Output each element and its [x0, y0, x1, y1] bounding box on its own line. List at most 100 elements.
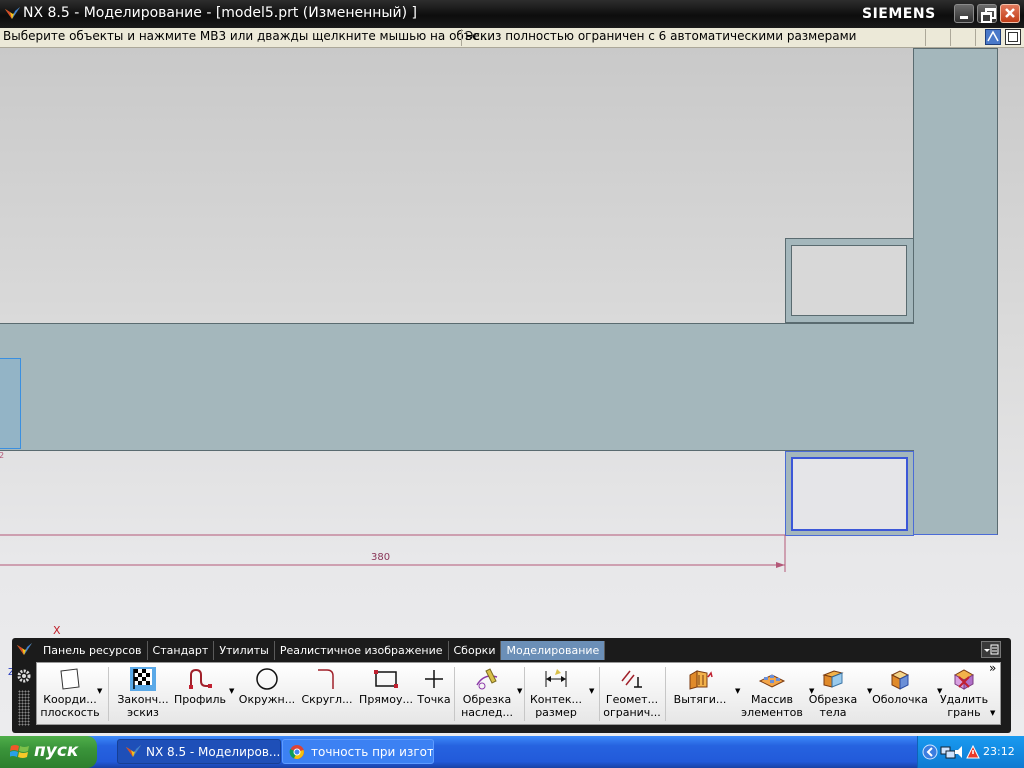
nx-app-icon[interactable]: [4, 6, 21, 22]
extrude-label: Вытяги...: [673, 693, 727, 706]
x-axis-label: X: [53, 624, 61, 637]
menu-icon: [984, 644, 999, 655]
left-highlighted-face[interactable]: [0, 358, 21, 449]
dimension-380[interactable]: [0, 530, 800, 580]
shell-icon: [890, 670, 910, 690]
trim-recipe-button[interactable]: Обрезка наслед... ▼: [455, 665, 522, 723]
toolbar-grip[interactable]: [18, 690, 30, 726]
trim-body-icon: [822, 670, 844, 688]
status-line: Эскиз полностью ограничен с 6 автоматиче…: [465, 29, 857, 43]
delete-face-icon: [953, 669, 975, 690]
toolbar-tabs: Панель ресурсов Стандарт Утилиты Реалист…: [38, 641, 606, 660]
vertical-plate[interactable]: [913, 48, 998, 535]
point-button[interactable]: Точка: [411, 665, 457, 723]
siemens-logo: SIEMENS: [862, 6, 936, 22]
point-label: Точка: [417, 693, 451, 706]
graphics-window[interactable]: 380 X Z 2: [0, 48, 1024, 736]
datum-plane-button[interactable]: Коорди... плоскость ▼: [35, 665, 105, 723]
inferred-dimension-button[interactable]: Контек... размер ▼: [525, 665, 594, 723]
rectangle-label: Прямоу...: [359, 693, 413, 706]
taskbar-item-label: NX 8.5 - Моделиров...: [146, 745, 281, 759]
geometric-constraint-label: Геомет... огранич...: [603, 693, 661, 719]
restore-icon-front: [981, 12, 992, 23]
dropdown-arrow-icon[interactable]: ▼: [97, 687, 102, 695]
tab-assemblies[interactable]: Сборки: [449, 641, 502, 660]
finish-sketch-button[interactable]: Законч... эскиз: [109, 665, 177, 723]
nx-toolbar-logo-icon: [17, 643, 32, 655]
window-title: NX 8.5 - Моделирование - [model5.prt (Из…: [23, 5, 417, 21]
profile-icon: [189, 668, 212, 689]
delete-face-label: Удалить грань: [939, 693, 989, 719]
finish-sketch-icon: [130, 667, 156, 691]
extrude-button[interactable]: Вытяги... ▼: [667, 665, 740, 723]
minimize-icon: [960, 16, 968, 19]
tab-standard[interactable]: Стандарт: [148, 641, 215, 660]
trim-recipe-label: Обрезка наслед...: [461, 693, 513, 719]
dropdown-arrow-icon[interactable]: ▼: [589, 687, 594, 695]
fillet-label: Скругл...: [301, 693, 353, 706]
full-screen-icon[interactable]: [1005, 29, 1021, 45]
taskbar-item-chrome[interactable]: точность при изгот...: [282, 739, 434, 764]
toolbar-options-button[interactable]: [981, 641, 1001, 658]
profile-label: Профиль: [173, 693, 227, 706]
finish-sketch-label: Законч... эскиз: [117, 693, 169, 719]
tab-true-shading[interactable]: Реалистичное изображение: [275, 641, 449, 660]
gear-icon[interactable]: [16, 668, 32, 684]
cue-line: Выберите объекты и нажмите MB3 или дважд…: [3, 29, 492, 43]
chrome-icon: [289, 745, 304, 759]
title-bar: NX 8.5 - Моделирование - [model5.prt (Из…: [0, 0, 1024, 28]
nx-app-icon: [126, 745, 141, 757]
datum-plane-label: Коорди... плоскость: [40, 693, 100, 719]
taskbar-item-nx[interactable]: NX 8.5 - Моделиров...: [117, 739, 281, 764]
pattern-feature-button[interactable]: Массив элементов ▼: [737, 665, 814, 723]
status-bar: Выберите объекты и нажмите MB3 или дважд…: [0, 28, 1024, 48]
windows-logo-icon: [10, 745, 29, 758]
system-tray: 23:12: [917, 736, 1024, 768]
ribbon-separator: [599, 667, 600, 721]
trim-body-button[interactable]: Обрезка тела ▼: [805, 665, 872, 723]
pattern-feature-icon: [758, 674, 786, 688]
resource-toolbar: Панель ресурсов Стандарт Утилиты Реалист…: [12, 638, 1011, 733]
tab-utilities[interactable]: Утилиты: [214, 641, 275, 660]
dimension-value[interactable]: 380: [371, 552, 390, 563]
point-icon: [425, 670, 443, 688]
status-separator: [975, 29, 976, 46]
show-hidden-icons-icon[interactable]: [922, 744, 938, 760]
status-separator: [950, 29, 951, 46]
more-tools-button[interactable]: »: [989, 661, 996, 675]
datum-plane-icon: [60, 668, 80, 690]
warning-icon[interactable]: [966, 745, 980, 759]
tab-resource-bar[interactable]: Панель ресурсов: [38, 641, 148, 660]
fillet-icon: [318, 669, 334, 689]
trim-body-label: Обрезка тела: [808, 693, 858, 719]
dropdown-arrow-icon[interactable]: ▼: [517, 687, 522, 695]
circle-button[interactable]: Окружн...: [237, 665, 297, 723]
taskbar-item-label: точность при изгот...: [311, 745, 434, 759]
clock[interactable]: 23:12: [983, 745, 1015, 758]
ribbon-dropdown-icon[interactable]: ▼: [990, 709, 995, 717]
fillet-button[interactable]: Скругл...: [297, 665, 357, 723]
shell-button[interactable]: Оболочка ▼: [867, 665, 942, 723]
horizontal-beam[interactable]: [0, 323, 914, 451]
sound-icon[interactable]: [954, 744, 966, 760]
close-button[interactable]: [1000, 4, 1020, 23]
selection-filter-icon[interactable]: [985, 29, 1001, 45]
start-button[interactable]: пуск: [0, 736, 97, 768]
status-separator: [925, 29, 926, 46]
status-separator: [461, 29, 462, 46]
close-icon: [1005, 8, 1015, 18]
delete-face-button[interactable]: Удалить грань: [937, 665, 991, 723]
dropdown-arrow-icon[interactable]: ▼: [229, 687, 234, 695]
circle-icon: [256, 668, 278, 690]
upper-flange-hole[interactable]: [791, 245, 907, 316]
dimension-icon: [545, 669, 567, 687]
geometric-constraints-button[interactable]: Геомет... огранич...: [602, 665, 662, 723]
lower-flange-hole[interactable]: [791, 457, 908, 531]
tab-modeling[interactable]: Моделирование: [501, 641, 606, 660]
minimize-button[interactable]: [954, 4, 974, 23]
profile-button[interactable]: Профиль ▼: [173, 665, 234, 723]
rectangle-button[interactable]: Прямоу...: [357, 665, 415, 723]
restore-button[interactable]: [977, 4, 997, 23]
dimension-label: Контек... размер: [529, 693, 583, 719]
pattern-feature-label: Массив элементов: [741, 693, 803, 719]
